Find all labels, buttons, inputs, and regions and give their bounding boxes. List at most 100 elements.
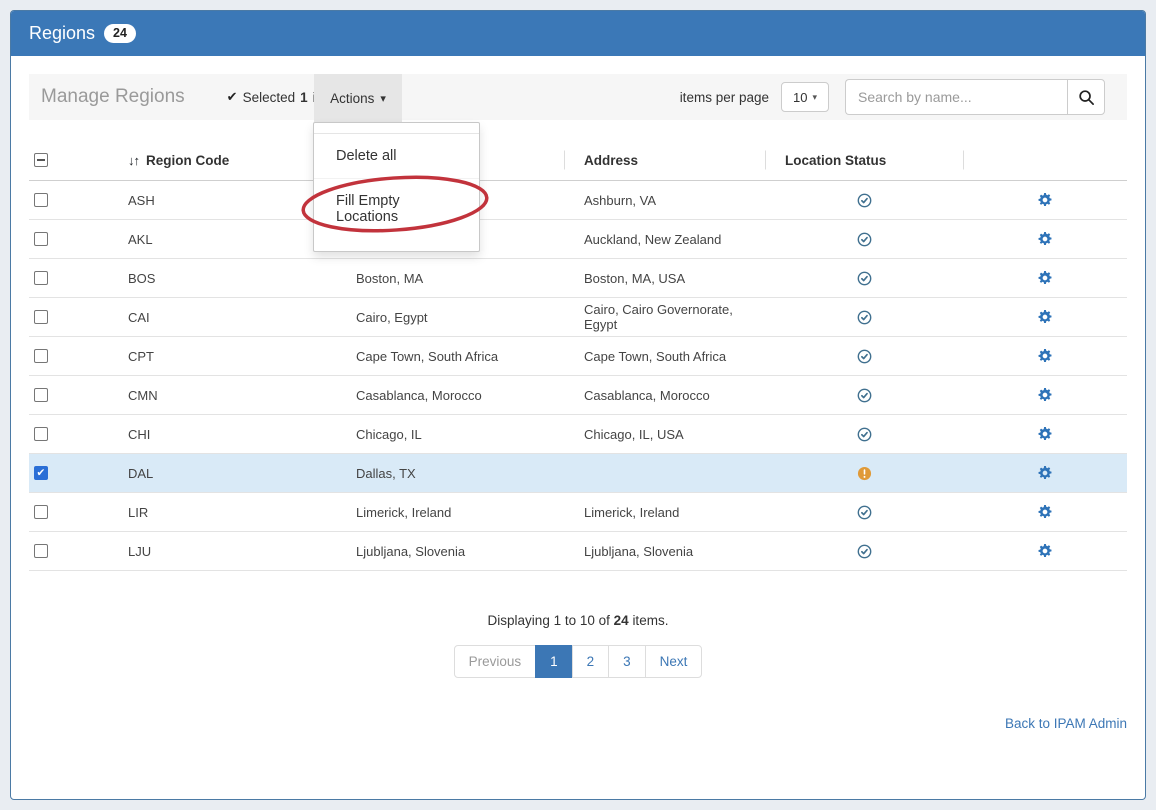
search-button[interactable] — [1067, 79, 1105, 115]
gear-icon — [1038, 271, 1052, 285]
row-checkbox[interactable] — [34, 427, 48, 441]
row-checkbox[interactable] — [34, 193, 48, 207]
row-settings-button[interactable] — [1038, 271, 1052, 285]
table-row: CHI Chicago, IL Chicago, IL, USA — [29, 415, 1127, 454]
row-settings-button[interactable] — [1038, 466, 1052, 480]
pagination-page-2[interactable]: 2 — [572, 645, 610, 678]
row-settings-button[interactable] — [1038, 505, 1052, 519]
status-ok-icon — [857, 232, 872, 247]
panel-header: Regions 24 — [11, 11, 1145, 56]
status-ok-icon — [857, 349, 872, 364]
pagination-previous-button[interactable]: Previous — [454, 645, 537, 678]
dropdown-empty-item — [314, 123, 479, 133]
row-checkbox[interactable] — [34, 544, 48, 558]
address-cell: Casablanca, Morocco — [564, 388, 765, 403]
menu-item-fill-empty-locations[interactable]: Fill Empty Locations — [314, 179, 479, 239]
regions-count-badge: 24 — [104, 24, 136, 43]
summary-suffix: items. — [632, 613, 668, 628]
address-cell: Chicago, IL, USA — [564, 427, 765, 442]
caret-down-icon: ▾ — [380, 92, 386, 105]
region-code-cell: AKL — [106, 232, 334, 247]
pagination-page-3[interactable]: 3 — [608, 645, 646, 678]
name-cell: Ljubljana, Slovenia — [334, 544, 564, 559]
pagination: Previous 123 Next — [454, 645, 703, 678]
region-code-cell: LIR — [106, 505, 334, 520]
table-row: AKL Auckland, NZ Auckland, New Zealand — [29, 220, 1127, 259]
actions-button-label: Actions — [330, 91, 374, 106]
address-cell: Cairo, Cairo Governorate, Egypt — [564, 302, 765, 332]
region-code-header-label: Region Code — [146, 153, 229, 168]
status-ok-icon — [857, 388, 872, 403]
status-ok-icon — [857, 544, 872, 559]
row-settings-button[interactable] — [1038, 193, 1052, 207]
status-ok-icon — [857, 505, 872, 520]
name-cell: Boston, MA — [334, 271, 564, 286]
table-row: CMN Casablanca, Morocco Casablanca, Moro… — [29, 376, 1127, 415]
row-settings-button[interactable] — [1038, 427, 1052, 441]
row-settings-button[interactable] — [1038, 388, 1052, 402]
region-code-cell: CPT — [106, 349, 334, 364]
items-per-page-select[interactable]: 10 ▾ — [781, 82, 829, 112]
search-input[interactable] — [845, 79, 1067, 115]
sort-icon[interactable]: ↓↑ — [128, 153, 139, 168]
regions-table: ↓↑ Region Code Address Location Status — [29, 140, 1127, 571]
status-warning-icon — [857, 466, 872, 481]
manage-toolbar: Manage Regions ✔ Selected 1 items Action… — [29, 74, 1127, 120]
gear-icon — [1038, 505, 1052, 519]
table-body: ASH Ashburn, VA AKL Auckland, NZ Aucklan… — [29, 181, 1127, 571]
regions-panel: Regions 24 Manage Regions ✔ Selected 1 i… — [10, 10, 1146, 800]
row-settings-button[interactable] — [1038, 349, 1052, 363]
region-code-cell: BOS — [106, 271, 334, 286]
actions-dropdown-button[interactable]: Actions ▾ — [314, 74, 402, 122]
row-checkbox[interactable] — [34, 271, 48, 285]
status-ok-icon — [857, 427, 872, 442]
row-checkbox[interactable] — [34, 349, 48, 363]
pagination-next-button[interactable]: Next — [645, 645, 703, 678]
row-settings-button[interactable] — [1038, 232, 1052, 246]
dropdown-items: Delete allFill Empty Locations — [314, 134, 479, 239]
table-header-row: ↓↑ Region Code Address Location Status — [29, 140, 1127, 181]
table-row: CPT Cape Town, South Africa Cape Town, S… — [29, 337, 1127, 376]
address-cell: Cape Town, South Africa — [564, 349, 765, 364]
items-per-page-value: 10 — [793, 90, 807, 105]
row-checkbox[interactable] — [34, 505, 48, 519]
gear-icon — [1038, 310, 1052, 324]
row-checkbox[interactable] — [34, 232, 48, 246]
gear-icon — [1038, 193, 1052, 207]
items-per-page-label: items per page — [680, 90, 769, 105]
row-checkbox[interactable] — [34, 466, 48, 480]
gear-icon — [1038, 427, 1052, 441]
row-settings-button[interactable] — [1038, 310, 1052, 324]
back-to-ipam-admin-link[interactable]: Back to IPAM Admin — [1005, 716, 1127, 731]
footer-link-row: Back to IPAM Admin — [29, 715, 1127, 733]
page-title: Regions — [29, 23, 95, 44]
gear-icon — [1038, 388, 1052, 402]
row-checkbox[interactable] — [34, 310, 48, 324]
gear-icon — [1038, 544, 1052, 558]
region-code-header[interactable]: ↓↑ Region Code — [106, 153, 334, 168]
status-ok-icon — [857, 271, 872, 286]
pagination-page-1[interactable]: 1 — [535, 645, 573, 678]
status-ok-icon — [857, 193, 872, 208]
name-cell: Chicago, IL — [334, 427, 564, 442]
status-ok-icon — [857, 310, 872, 325]
region-code-cell: DAL — [106, 466, 334, 481]
region-code-cell: CAI — [106, 310, 334, 325]
table-row: ASH Ashburn, VA — [29, 181, 1127, 220]
gear-icon — [1038, 466, 1052, 480]
pagination-wrap: Previous 123 Next — [29, 645, 1127, 678]
search-group — [845, 79, 1105, 115]
address-header-label: Address — [584, 153, 638, 168]
name-cell: Cairo, Egypt — [334, 310, 564, 325]
menu-item-delete-all[interactable]: Delete all — [314, 134, 479, 178]
row-settings-button[interactable] — [1038, 544, 1052, 558]
row-checkbox[interactable] — [34, 388, 48, 402]
address-cell: Ljubljana, Slovenia — [564, 544, 765, 559]
checkmark-icon: ✔ — [227, 89, 238, 105]
region-code-cell: LJU — [106, 544, 334, 559]
select-all-checkbox[interactable] — [34, 153, 48, 167]
region-code-cell: CHI — [106, 427, 334, 442]
location-status-header: Location Status — [765, 153, 963, 168]
table-row: CAI Cairo, Egypt Cairo, Cairo Governorat… — [29, 298, 1127, 337]
name-cell: Cape Town, South Africa — [334, 349, 564, 364]
